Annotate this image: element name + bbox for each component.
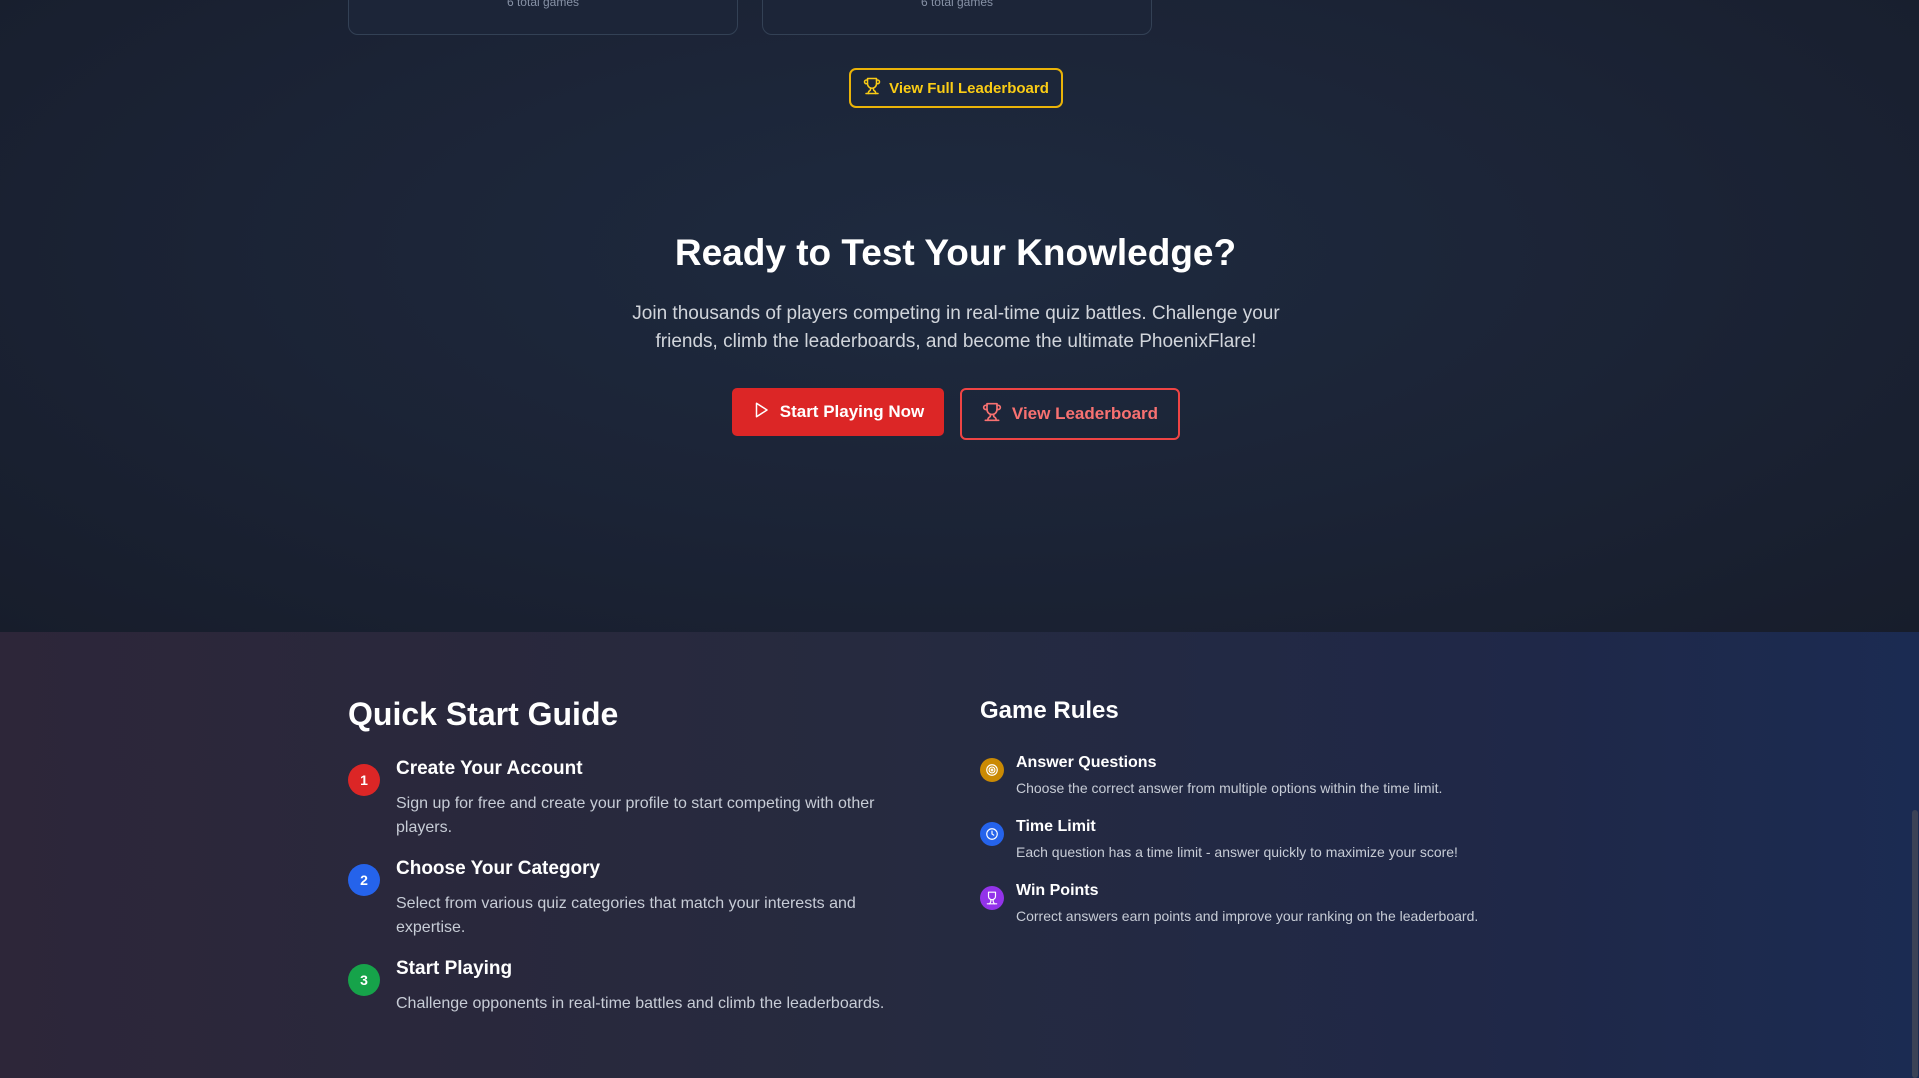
step-number-badge: 3 [348, 964, 380, 996]
step-description: Challenge opponents in real-time battles… [396, 995, 885, 1012]
view-full-leaderboard-label: View Full Leaderboard [889, 79, 1049, 97]
step-description: Sign up for free and create your profile… [396, 795, 875, 836]
step-title: Create Your Account [396, 758, 583, 779]
play-icon [752, 401, 770, 424]
total-games-text: 6 total games [920, 0, 994, 9]
trophy-icon [980, 886, 1004, 910]
view-full-leaderboard-button[interactable]: View Full Leaderboard [849, 68, 1063, 108]
guide-section [0, 632, 1919, 1078]
step-number-badge: 2 [348, 864, 380, 896]
rule-title: Win Points [1016, 882, 1099, 899]
rule-description: Correct answers earn points and improve … [1016, 908, 1479, 924]
view-leaderboard-button[interactable]: View Leaderboard [960, 388, 1180, 440]
view-leaderboard-label: View Leaderboard [1011, 404, 1159, 423]
cta-section: 6 total games 6 total games View Full Le… [0, 0, 1919, 632]
rule-title: Time Limit [1016, 818, 1096, 835]
rule-description: Choose the correct answer from multiple … [1016, 780, 1443, 796]
target-icon [980, 758, 1004, 782]
hero-title: Ready to Test Your Knowledge? [674, 232, 1237, 273]
step-title: Start Playing [396, 958, 513, 979]
total-games-text: 6 total games [506, 0, 580, 9]
page-scrollbar[interactable] [1911, 0, 1919, 1078]
rule-title: Answer Questions [1016, 754, 1157, 771]
start-playing-button[interactable]: Start Playing Now [732, 388, 944, 436]
trophy-icon [982, 402, 1002, 427]
game-rules-title: Game Rules [980, 697, 1119, 724]
hero-subtitle: Join thousands of players competing in r… [632, 303, 1280, 352]
trophy-icon [863, 77, 881, 99]
leaderboard-stat-card: 6 total games [348, 0, 738, 35]
step-title: Choose Your Category [396, 858, 601, 879]
clock-icon [980, 822, 1004, 846]
step-description: Select from various quiz categories that… [396, 895, 856, 936]
step-number-badge: 1 [348, 764, 380, 796]
leaderboard-stat-card: 6 total games [762, 0, 1152, 35]
rule-description: Each question has a time limit - answer … [1016, 844, 1458, 860]
quick-start-guide-title: Quick Start Guide [348, 696, 619, 732]
scrollbar-thumb[interactable] [1912, 810, 1918, 1078]
start-playing-label: Start Playing Now [779, 402, 925, 421]
